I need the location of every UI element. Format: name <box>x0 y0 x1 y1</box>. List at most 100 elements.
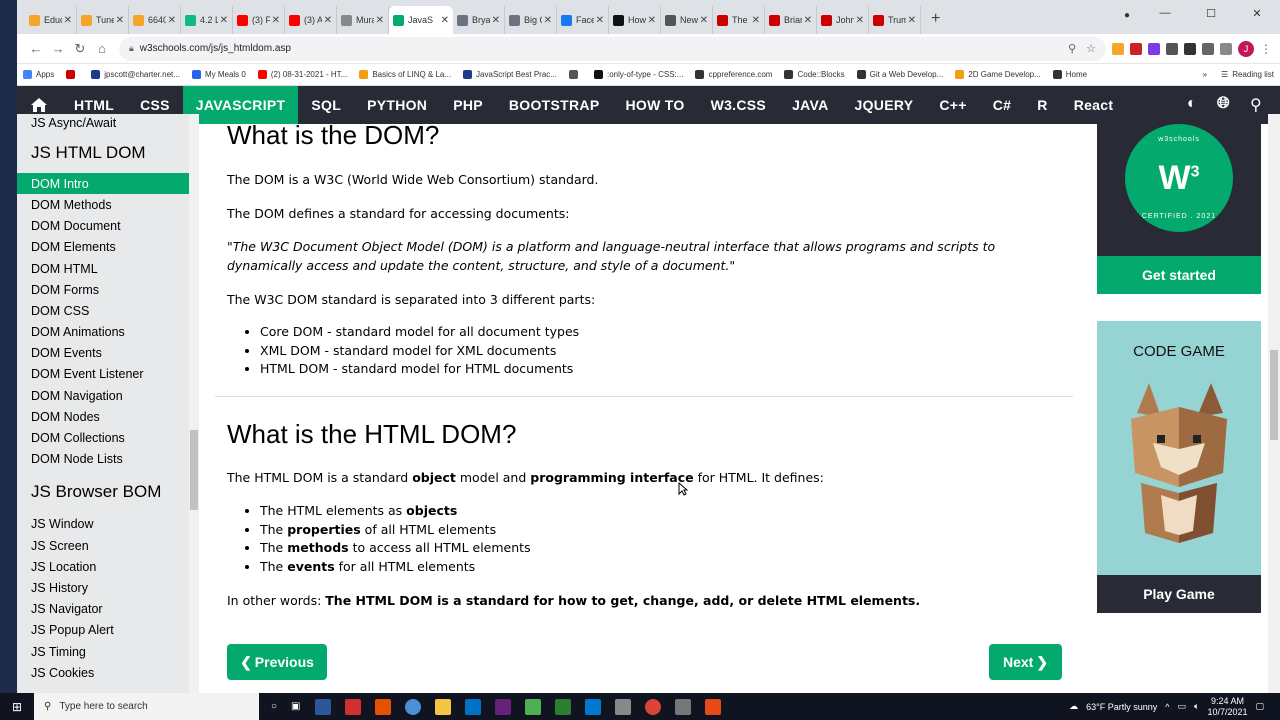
get-started-button[interactable]: Get started <box>1097 256 1261 294</box>
browser-tab[interactable]: Faceb✕ <box>557 6 609 34</box>
notifications-icon[interactable]: ▢ <box>1255 701 1264 712</box>
minimize-button[interactable]: — <box>1142 0 1188 26</box>
network-icon[interactable]: ▭ <box>1178 701 1187 712</box>
browser-tab[interactable]: (3) Fu✕ <box>233 6 285 34</box>
browser-tab[interactable]: John ✕ <box>817 6 869 34</box>
browser-tab[interactable]: New ✕ <box>661 6 713 34</box>
sidebar-link-dom-nodes[interactable]: DOM Nodes <box>17 406 189 427</box>
weather-icon[interactable]: ☁ <box>1069 701 1078 712</box>
close-tab-icon[interactable]: ✕ <box>168 15 176 26</box>
sidebar-link-dom-methods[interactable]: DOM Methods <box>17 194 189 215</box>
bookmark-item[interactable]: cppreference.com <box>695 70 772 79</box>
bookmark-star-icon[interactable]: ☆ <box>1086 42 1096 55</box>
bookmark-item[interactable]: Apps <box>23 70 54 79</box>
next-button[interactable]: Next ❯ <box>989 644 1062 680</box>
home-icon[interactable] <box>17 97 61 113</box>
close-tab-icon[interactable]: ✕ <box>272 15 280 26</box>
sidebar-link-dom-intro[interactable]: DOM Intro <box>17 173 189 195</box>
sidebar-link-dom-events[interactable]: DOM Events <box>17 343 189 364</box>
sidebar-link-dom-elements[interactable]: DOM Elements <box>17 237 189 258</box>
tab-search-icon[interactable]: ● <box>1124 10 1130 21</box>
bookmark-item[interactable]: Basics of LINQ & La... <box>359 70 451 79</box>
bookmark-item[interactable]: Git a Web Develop... <box>856 70 943 79</box>
close-tab-icon[interactable]: ✕ <box>441 15 449 26</box>
sidebar-link-dom-css[interactable]: DOM CSS <box>17 300 189 321</box>
app-icon[interactable] <box>674 698 691 715</box>
page-scroll-thumb[interactable] <box>1270 350 1278 440</box>
bookmark-item[interactable]: Home <box>1052 70 1087 79</box>
close-tab-icon[interactable]: ✕ <box>220 15 228 26</box>
browser-tab[interactable]: JavaS ✕ <box>389 6 453 34</box>
sidebar-scrollbar[interactable] <box>189 114 199 693</box>
bookmark-item[interactable]: Code::Blocks <box>784 70 845 79</box>
bookmark-item[interactable] <box>66 70 79 79</box>
bookmark-item[interactable]: (2) 08-31-2021 - HT... <box>257 70 347 79</box>
previous-button[interactable]: ❮ Previous <box>227 644 327 680</box>
theme-toggle-icon[interactable]: ◐ <box>1187 95 1197 115</box>
home-icon[interactable]: ⌂ <box>91 41 113 56</box>
close-tab-icon[interactable]: ✕ <box>324 15 332 26</box>
browser-tab[interactable]: The ✕ <box>713 6 765 34</box>
extension-icon[interactable] <box>1112 42 1124 55</box>
word-icon[interactable] <box>314 698 331 715</box>
new-tab-button[interactable]: + <box>931 10 940 28</box>
browser-tab[interactable]: Bryan✕ <box>453 6 505 34</box>
close-tab-icon[interactable]: ✕ <box>752 15 760 26</box>
code-game-ad[interactable]: CODE GAME Play Game <box>1097 321 1261 613</box>
sidebar-link-dom-html[interactable]: DOM HTML <box>17 258 189 279</box>
bookmark-item[interactable]: JavaScript Best Prac... <box>463 70 557 79</box>
outlook-icon[interactable] <box>464 698 481 715</box>
browser-tab[interactable]: Tune✕ <box>77 6 129 34</box>
menu-icon[interactable]: ⋮ <box>1260 42 1272 56</box>
sidebar-link-js-history[interactable]: JS History <box>17 577 189 598</box>
maximize-button[interactable]: ☐ <box>1188 0 1234 26</box>
lock-icon[interactable]: 🔒︎ <box>129 43 134 54</box>
app-icon[interactable] <box>524 698 541 715</box>
sidebar-link-js-location[interactable]: JS Location <box>17 556 189 577</box>
close-tab-icon[interactable]: ✕ <box>64 15 72 26</box>
url-input[interactable]: 🔒︎ w3schools.com/js/js_htmldom.asp ⚲ ☆ <box>119 36 1106 61</box>
close-tab-icon[interactable]: ✕ <box>804 15 812 26</box>
app-icon[interactable] <box>704 698 721 715</box>
close-tab-icon[interactable]: ✕ <box>648 15 656 26</box>
browser-tab[interactable]: Brian✕ <box>765 6 817 34</box>
taskbar-search-input[interactable]: ⚲ Type here to search <box>34 693 259 720</box>
volume-icon[interactable]: 🔈︎ <box>1194 701 1199 712</box>
close-tab-icon[interactable]: ✕ <box>596 15 604 26</box>
sidebar-scroll-thumb[interactable] <box>190 430 198 510</box>
close-tab-icon[interactable]: ✕ <box>492 15 500 26</box>
windows-start-icon[interactable]: ⊞ <box>12 700 22 714</box>
sidebar-link-js-timing[interactable]: JS Timing <box>17 641 189 662</box>
close-tab-icon[interactable]: ✕ <box>700 15 708 26</box>
sidebar-link-dom-node-lists[interactable]: DOM Node Lists <box>17 449 189 470</box>
close-tab-icon[interactable]: ✕ <box>376 15 384 26</box>
sidebar-icon[interactable] <box>1220 42 1232 55</box>
acrobat-icon[interactable] <box>344 698 361 715</box>
sidebar-link-dom-collections[interactable]: DOM Collections <box>17 427 189 448</box>
sidebar-link-js-window[interactable]: JS Window <box>17 514 189 535</box>
sidebar-link-dom-event-listener[interactable]: DOM Event Listener <box>17 364 189 385</box>
globe-icon[interactable]: 🌐︎ <box>1217 95 1230 115</box>
extension-icon[interactable] <box>1130 42 1142 55</box>
browser-tab[interactable]: 4.2 La✕ <box>181 6 233 34</box>
close-tab-icon[interactable]: ✕ <box>856 15 864 26</box>
reload-icon[interactable]: ↻ <box>69 41 91 57</box>
sidebar-link-dom-navigation[interactable]: DOM Navigation <box>17 385 189 406</box>
bookmark-item[interactable]: jpscott@charter.net... <box>91 70 180 79</box>
sidebar-link-js-popup-alert[interactable]: JS Popup Alert <box>17 620 189 641</box>
bookmark-item[interactable]: 2D Game Develop... <box>955 70 1041 79</box>
close-tab-icon[interactable]: ✕ <box>908 15 916 26</box>
browser-tab[interactable]: Mura✕ <box>337 6 389 34</box>
puzzle-icon[interactable] <box>1184 42 1196 55</box>
weather-text[interactable]: 63°F Partly sunny <box>1086 702 1157 712</box>
vscode-icon[interactable] <box>584 698 601 715</box>
sidebar-link[interactable]: JS Async/Await <box>17 114 189 133</box>
sidebar-link-dom-animations[interactable]: DOM Animations <box>17 322 189 343</box>
bookmark-item[interactable]: My Meals 0 <box>191 70 246 79</box>
sidebar-link-js-navigator[interactable]: JS Navigator <box>17 599 189 620</box>
cortana-icon[interactable]: ○ <box>271 701 277 712</box>
page-scrollbar[interactable] <box>1268 114 1280 693</box>
office-icon[interactable] <box>374 698 391 715</box>
bookmark-item[interactable]: :only-of-type - CSS:... <box>593 70 683 79</box>
zoom-icon[interactable]: ⚲ <box>1068 42 1076 55</box>
